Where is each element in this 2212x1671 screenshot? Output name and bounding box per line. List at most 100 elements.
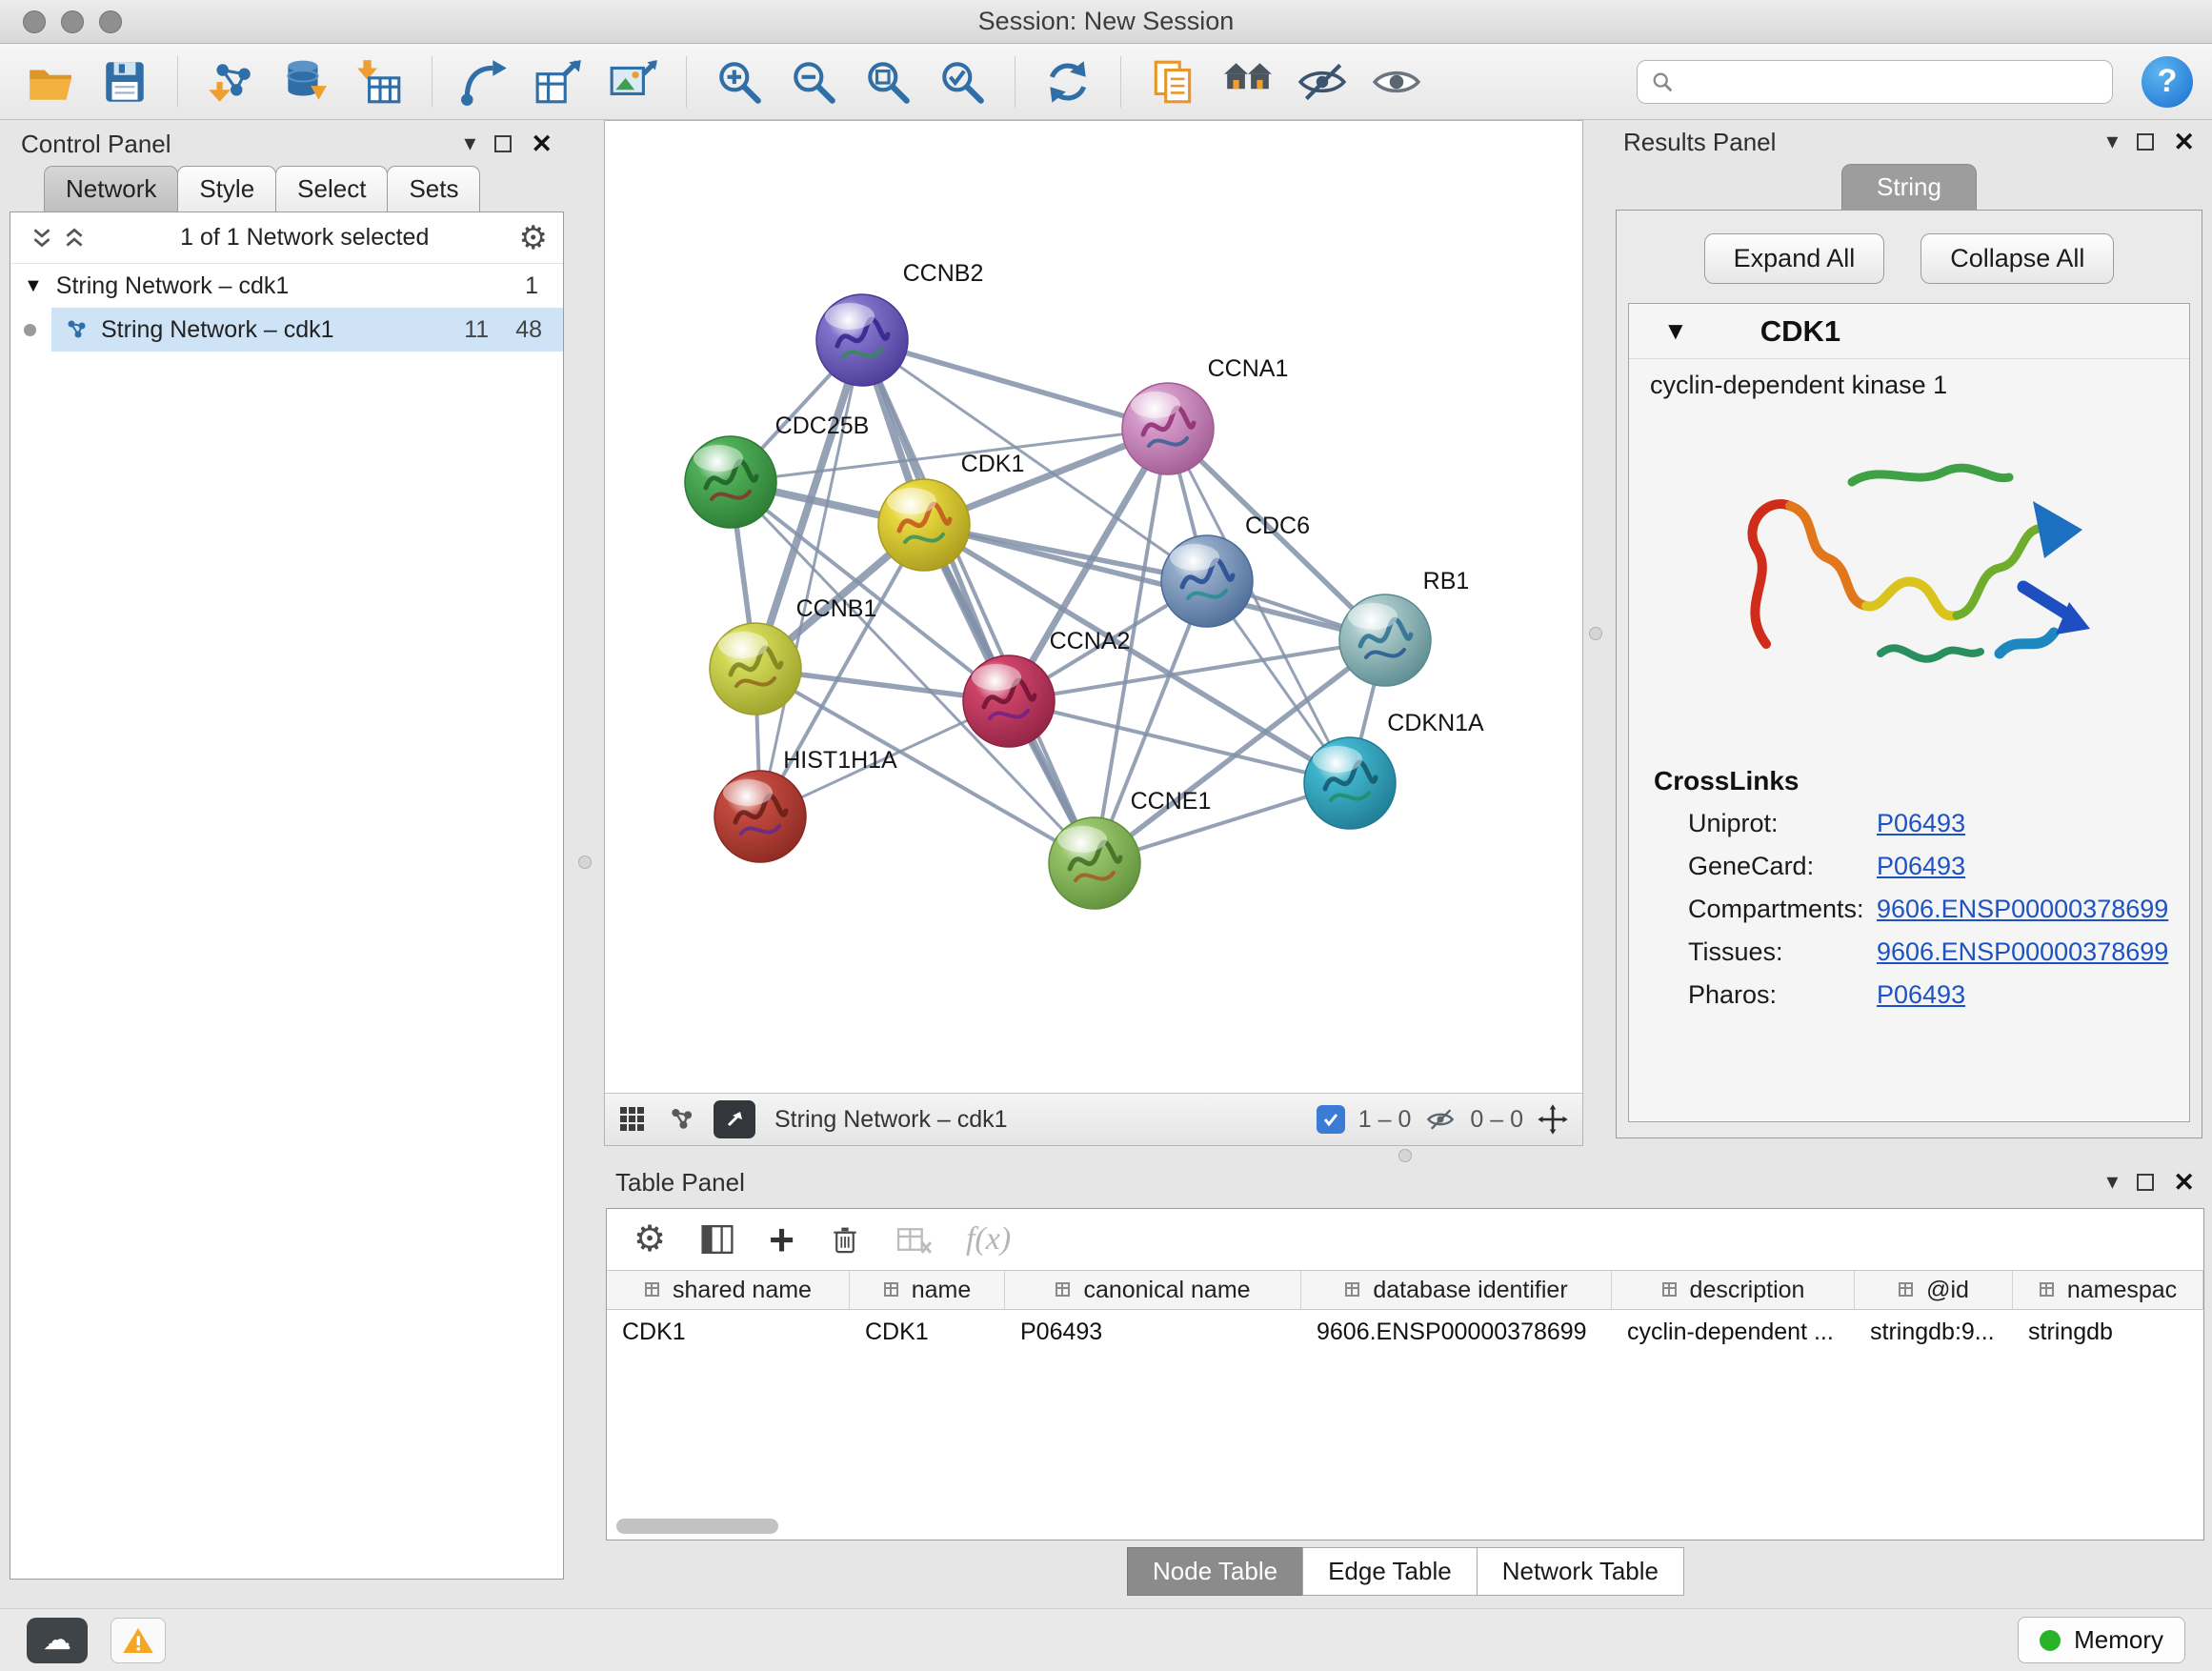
- column-header-canonical-name[interactable]: canonical name: [1005, 1271, 1301, 1309]
- network-edge[interactable]: [924, 525, 1385, 640]
- network-row[interactable]: String Network – cdk1 11 48: [10, 308, 563, 352]
- column-header-shared-name[interactable]: shared name: [607, 1271, 850, 1309]
- network-node-HIST1H1A[interactable]: [714, 771, 806, 862]
- warnings-button[interactable]: [111, 1618, 166, 1663]
- help-button[interactable]: ?: [2142, 56, 2193, 108]
- float-panel-icon[interactable]: [494, 135, 512, 152]
- network-mode-icon[interactable]: [666, 1105, 694, 1134]
- network-edge[interactable]: [760, 340, 862, 816]
- export-image-button[interactable]: [602, 50, 665, 113]
- expand-all-icon[interactable]: [58, 222, 90, 254]
- panel-menu-icon[interactable]: ▾: [2106, 1171, 2118, 1194]
- copy-document-button[interactable]: [1142, 50, 1205, 113]
- tab-network[interactable]: Network: [44, 166, 178, 211]
- cell-name[interactable]: CDK1: [850, 1319, 1005, 1346]
- network-graph[interactable]: CCNB2CCNA1CDC25BCDK1CDC6RB1CCNB1CCNA2CDK…: [605, 121, 1582, 1093]
- tree-expand-icon[interactable]: ▼: [24, 275, 43, 297]
- cell-namespace[interactable]: stringdb: [2013, 1319, 2203, 1346]
- network-edge[interactable]: [1009, 701, 1350, 783]
- network-canvas[interactable]: CCNB2CCNA1CDC25BCDK1CDC6RB1CCNB1CCNA2CDK…: [605, 121, 1582, 1093]
- first-neighbors-button[interactable]: [453, 50, 516, 113]
- crosslink-compartments-link[interactable]: 9606.ENSP00000378699: [1877, 895, 2168, 924]
- network-node-CCNB2[interactable]: [816, 294, 908, 386]
- import-table-button[interactable]: [348, 50, 411, 113]
- tab-sets[interactable]: Sets: [387, 166, 480, 211]
- add-column-icon[interactable]: +: [769, 1218, 794, 1261]
- panel-menu-icon[interactable]: ▾: [2106, 131, 2118, 153]
- column-header-id[interactable]: @id: [1855, 1271, 2013, 1309]
- tab-string[interactable]: String: [1841, 164, 1977, 210]
- column-header-description[interactable]: description: [1612, 1271, 1855, 1309]
- hide-glass-button[interactable]: [1291, 50, 1354, 113]
- string-home-button[interactable]: [1217, 50, 1279, 113]
- export-network-button[interactable]: [528, 50, 591, 113]
- cell-id[interactable]: stringdb:9...: [1855, 1319, 2013, 1346]
- cell-description[interactable]: cyclin-dependent ...: [1612, 1319, 1855, 1346]
- network-node-CDC25B[interactable]: [685, 436, 776, 528]
- import-network-database-button[interactable]: [273, 50, 336, 113]
- cell-database-identifier[interactable]: 9606.ENSP00000378699: [1301, 1319, 1612, 1346]
- show-columns-icon[interactable]: [698, 1220, 736, 1258]
- import-network-file-button[interactable]: [199, 50, 262, 113]
- network-node-CDC6[interactable]: [1161, 535, 1253, 627]
- tab-style[interactable]: Style: [177, 166, 276, 211]
- horizontal-scrollbar-thumb[interactable]: [616, 1519, 778, 1534]
- close-panel-icon[interactable]: ✕: [2173, 1170, 2195, 1196]
- zoom-selected-button[interactable]: [931, 50, 994, 113]
- delete-table-icon[interactable]: [895, 1220, 934, 1258]
- splitter-handle[interactable]: [1589, 627, 1602, 640]
- splitter-handle[interactable]: [578, 856, 592, 869]
- collapse-all-button[interactable]: Collapse All: [1920, 233, 2114, 284]
- panel-menu-icon[interactable]: ▾: [464, 132, 475, 155]
- network-collection-row[interactable]: ▼ String Network – cdk1 1: [10, 264, 563, 308]
- selected-checkbox-icon[interactable]: [1317, 1105, 1345, 1134]
- splitter-handle[interactable]: [1398, 1149, 1412, 1162]
- pan-crosshair-icon[interactable]: [1537, 1103, 1569, 1136]
- network-node-CCNE1[interactable]: [1049, 817, 1140, 909]
- table-settings-gear-icon[interactable]: ⚙: [633, 1221, 666, 1258]
- network-options-gear-icon[interactable]: ⚙: [519, 222, 548, 254]
- crosslink-pharos-link[interactable]: P06493: [1877, 980, 1965, 1010]
- network-row-highlight[interactable]: String Network – cdk1 11 48: [51, 308, 563, 352]
- tab-node-table[interactable]: Node Table: [1127, 1547, 1303, 1596]
- float-panel-icon[interactable]: [2137, 1174, 2154, 1191]
- zoom-window-button[interactable]: [99, 10, 122, 33]
- close-window-button[interactable]: [23, 10, 46, 33]
- tab-select[interactable]: Select: [275, 166, 388, 211]
- zoom-out-button[interactable]: [782, 50, 845, 113]
- tab-edge-table[interactable]: Edge Table: [1302, 1547, 1478, 1596]
- expand-all-button[interactable]: Expand All: [1704, 233, 1885, 284]
- network-node-CDK1[interactable]: [878, 479, 970, 571]
- column-header-name[interactable]: name: [850, 1271, 1005, 1309]
- apply-layout-button[interactable]: [1036, 50, 1099, 113]
- function-builder-icon[interactable]: f(x): [966, 1221, 1011, 1258]
- zoom-fit-button[interactable]: [856, 50, 919, 113]
- network-node-CCNA2[interactable]: [963, 655, 1055, 747]
- network-node-CCNA1[interactable]: [1122, 383, 1214, 474]
- open-session-button[interactable]: [19, 50, 82, 113]
- crosslink-genecard-link[interactable]: P06493: [1877, 852, 1965, 881]
- table-row[interactable]: CDK1 CDK1 P06493 9606.ENSP00000378699 cy…: [607, 1310, 2203, 1354]
- column-header-namespace[interactable]: namespac: [2013, 1271, 2203, 1309]
- network-edge[interactable]: [862, 340, 1095, 863]
- column-header-database-identifier[interactable]: database identifier: [1301, 1271, 1612, 1309]
- cell-shared-name[interactable]: CDK1: [607, 1319, 850, 1346]
- delete-column-trash-icon[interactable]: [827, 1220, 863, 1258]
- minimize-window-button[interactable]: [61, 10, 84, 33]
- save-session-button[interactable]: [93, 50, 156, 113]
- network-node-RB1[interactable]: [1339, 594, 1431, 686]
- crosslink-tissues-link[interactable]: 9606.ENSP00000378699: [1877, 937, 2168, 967]
- float-panel-icon[interactable]: [2137, 133, 2154, 151]
- collapse-gene-icon[interactable]: ▼: [1663, 316, 1688, 346]
- close-panel-icon[interactable]: ✕: [531, 131, 553, 157]
- memory-button[interactable]: Memory: [2018, 1617, 2185, 1663]
- tab-network-table[interactable]: Network Table: [1477, 1547, 1684, 1596]
- network-node-CDKN1A[interactable]: [1304, 737, 1396, 829]
- birdseye-toggle[interactable]: [714, 1100, 755, 1138]
- show-glass-button[interactable]: [1365, 50, 1428, 113]
- zoom-in-button[interactable]: [708, 50, 771, 113]
- crosslink-uniprot-link[interactable]: P06493: [1877, 809, 1965, 838]
- network-edge[interactable]: [862, 340, 1168, 429]
- grid-mode-icon[interactable]: [618, 1105, 647, 1134]
- search-input[interactable]: [1683, 67, 2099, 96]
